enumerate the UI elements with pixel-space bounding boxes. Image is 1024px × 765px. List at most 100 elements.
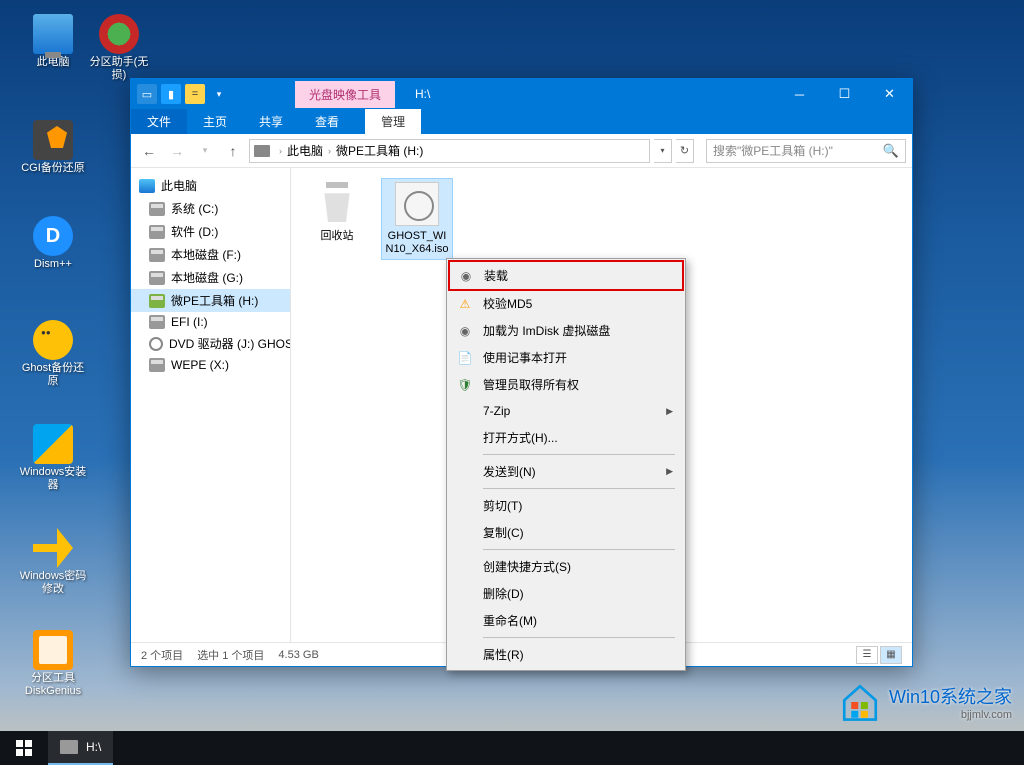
address-dropdown[interactable]: ▾ xyxy=(654,139,672,163)
search-icon[interactable]: 🔍 xyxy=(883,143,899,159)
up-button[interactable]: ↑ xyxy=(221,139,245,163)
desktop-icon-partition[interactable]: 分区助手(无损) xyxy=(84,14,154,82)
menu-label: 属性(R) xyxy=(483,646,524,663)
house-icon xyxy=(839,681,881,723)
ribbon-tab-view[interactable]: 查看 xyxy=(299,109,355,134)
desktop-icon-cgi[interactable]: CGI备份还原 xyxy=(18,120,88,175)
key-icon xyxy=(33,528,73,568)
menu-label: 7-Zip xyxy=(483,404,510,418)
navigation-pane[interactable]: 此电脑 系统 (C:)软件 (D:)本地磁盘 (F:) 本地磁盘 (G:) 微PE工… xyxy=(131,168,291,642)
nav-item-drive[interactable]: 微PE工具箱 (H:) xyxy=(131,289,290,312)
address-bar[interactable]: › 此电脑 › 微PE工具箱 (H:) xyxy=(249,139,650,163)
context-menu-item[interactable]: ⚠校验MD5 xyxy=(449,290,683,317)
context-menu-item[interactable]: 📄使用记事本打开 xyxy=(449,344,683,371)
maximize-button[interactable]: ☐ xyxy=(822,79,867,109)
desktop-icon-label: CGI备份还原 xyxy=(18,162,88,175)
drive-icon xyxy=(149,294,165,308)
submenu-arrow-icon: ▶ xyxy=(666,466,673,477)
start-button[interactable] xyxy=(0,731,48,765)
menu-label: 加载为 ImDisk 虚拟磁盘 xyxy=(483,322,610,339)
desktop-icon-ghost[interactable]: Ghost备份还原 xyxy=(18,320,88,388)
nav-this-pc[interactable]: 此电脑 xyxy=(131,174,290,197)
desktop-icon-label: 分区工具DiskGenius xyxy=(18,672,88,698)
nav-item-drive[interactable]: 软件 (D:) xyxy=(131,220,290,243)
context-menu-item[interactable]: 重命名(M) xyxy=(449,607,683,634)
nav-label: 本地磁盘 (G:) xyxy=(171,269,243,286)
ribbon-tab-home[interactable]: 主页 xyxy=(187,109,243,134)
menu-label: 装载 xyxy=(484,267,508,284)
menu-icon xyxy=(457,498,473,514)
menu-icon: ◉ xyxy=(458,268,474,284)
view-details-button[interactable]: ☰ xyxy=(856,646,878,664)
context-menu-item[interactable]: 创建快捷方式(S) xyxy=(449,553,683,580)
watermark-title: Win10系统之家 xyxy=(889,683,1012,709)
context-menu-item[interactable]: 发送到(N)▶ xyxy=(449,458,683,485)
nav-item-drive[interactable]: 系统 (C:) xyxy=(131,197,290,220)
contextual-tab-title: 光盘映像工具 xyxy=(295,81,395,108)
context-menu-item[interactable]: 打开方式(H)... xyxy=(449,424,683,451)
context-menu-item[interactable]: 7-Zip▶ xyxy=(449,398,683,424)
minimize-button[interactable]: ─ xyxy=(777,79,822,109)
drive-icon xyxy=(149,271,165,285)
desktop-icon-key[interactable]: Windows密码修改 xyxy=(18,528,88,596)
ribbon-tab-manage[interactable]: 管理 xyxy=(365,109,421,134)
qat-drive-icon[interactable]: = xyxy=(185,84,205,104)
monitor-icon xyxy=(139,179,155,193)
file-item-recycle[interactable]: 回收站 xyxy=(301,178,373,260)
menu-label: 校验MD5 xyxy=(483,295,532,312)
task-label: H:\ xyxy=(86,740,101,754)
forward-button[interactable]: → xyxy=(165,139,189,163)
desktop-icon-dism[interactable]: DDism++ xyxy=(18,216,88,271)
context-menu-item[interactable]: 删除(D) xyxy=(449,580,683,607)
nav-label: DVD 驱动器 (J:) GHOST xyxy=(169,335,291,352)
desktop-icon-wininst[interactable]: Windows安装器 xyxy=(18,424,88,492)
navigation-bar: ← → ▾ ↑ › 此电脑 › 微PE工具箱 (H:) ▾ ↻ 搜索"微PE工具… xyxy=(131,134,912,168)
view-icons-button[interactable]: ▦ xyxy=(880,646,902,664)
context-menu-item[interactable]: 属性(R) xyxy=(449,641,683,668)
file-item-iso[interactable]: GHOST_WIN10_X64.iso xyxy=(381,178,453,260)
context-menu-item[interactable]: ◉ 装载 xyxy=(448,260,684,291)
nav-item-drive[interactable]: EFI (I:) xyxy=(131,312,290,332)
titlebar[interactable]: ▭ ▮ = ▾ 光盘映像工具 H:\ ─ ☐ ✕ xyxy=(131,79,912,109)
menu-icon: 🛡 xyxy=(457,377,473,393)
breadcrumb-segment[interactable]: 此电脑 xyxy=(287,142,323,159)
menu-icon xyxy=(457,464,473,480)
nav-item-drive[interactable]: DVD 驱动器 (J:) GHOST xyxy=(131,332,290,355)
chevron-icon[interactable]: › xyxy=(328,146,331,156)
menu-icon xyxy=(457,430,473,446)
nav-label: 微PE工具箱 (H:) xyxy=(171,292,258,309)
context-menu-item[interactable]: 复制(C) xyxy=(449,519,683,546)
close-button[interactable]: ✕ xyxy=(867,79,912,109)
status-count: 2 个项目 xyxy=(141,647,183,663)
drive-icon xyxy=(149,315,165,329)
ribbon-tab-share[interactable]: 共享 xyxy=(243,109,299,134)
separator xyxy=(483,549,675,550)
menu-label: 创建快捷方式(S) xyxy=(483,558,571,575)
taskbar-item-explorer[interactable]: H:\ xyxy=(48,731,113,765)
recent-dropdown[interactable]: ▾ xyxy=(193,139,217,163)
watermark-url: bjjmlv.com xyxy=(889,709,1012,721)
context-menu-item[interactable]: 🛡管理员取得所有权 xyxy=(449,371,683,398)
nav-item-drive[interactable]: 本地磁盘 (G:) xyxy=(131,266,290,289)
qat-folder-icon[interactable]: ▮ xyxy=(161,84,181,104)
context-menu-item[interactable]: 剪切(T) xyxy=(449,492,683,519)
ribbon-tab-file[interactable]: 文件 xyxy=(131,109,187,134)
menu-label: 使用记事本打开 xyxy=(483,349,567,366)
nav-item-drive[interactable]: WEPE (X:) xyxy=(131,355,290,375)
taskbar[interactable]: H:\ xyxy=(0,731,1024,765)
status-selection: 选中 1 个项目 xyxy=(197,647,264,663)
back-button[interactable]: ← xyxy=(137,139,161,163)
qat-dropdown-icon[interactable]: ▾ xyxy=(209,84,229,104)
breadcrumb-segment[interactable]: 微PE工具箱 (H:) xyxy=(336,142,423,159)
search-input[interactable]: 搜索"微PE工具箱 (H:)" 🔍 xyxy=(706,139,906,163)
refresh-button[interactable]: ↻ xyxy=(676,139,694,163)
desktop-icon-pc[interactable]: 此电脑 xyxy=(18,14,88,69)
qat-properties-icon[interactable]: ▭ xyxy=(137,84,157,104)
menu-label: 重命名(M) xyxy=(483,612,537,629)
cgi-icon xyxy=(33,120,73,160)
nav-item-drive[interactable]: 本地磁盘 (F:) xyxy=(131,243,290,266)
desktop-icon-diskgen[interactable]: 分区工具DiskGenius xyxy=(18,630,88,698)
context-menu-item[interactable]: ◉ 加载为 ImDisk 虚拟磁盘 xyxy=(449,317,683,344)
menu-icon: ◉ xyxy=(457,323,473,339)
chevron-icon[interactable]: › xyxy=(279,146,282,156)
